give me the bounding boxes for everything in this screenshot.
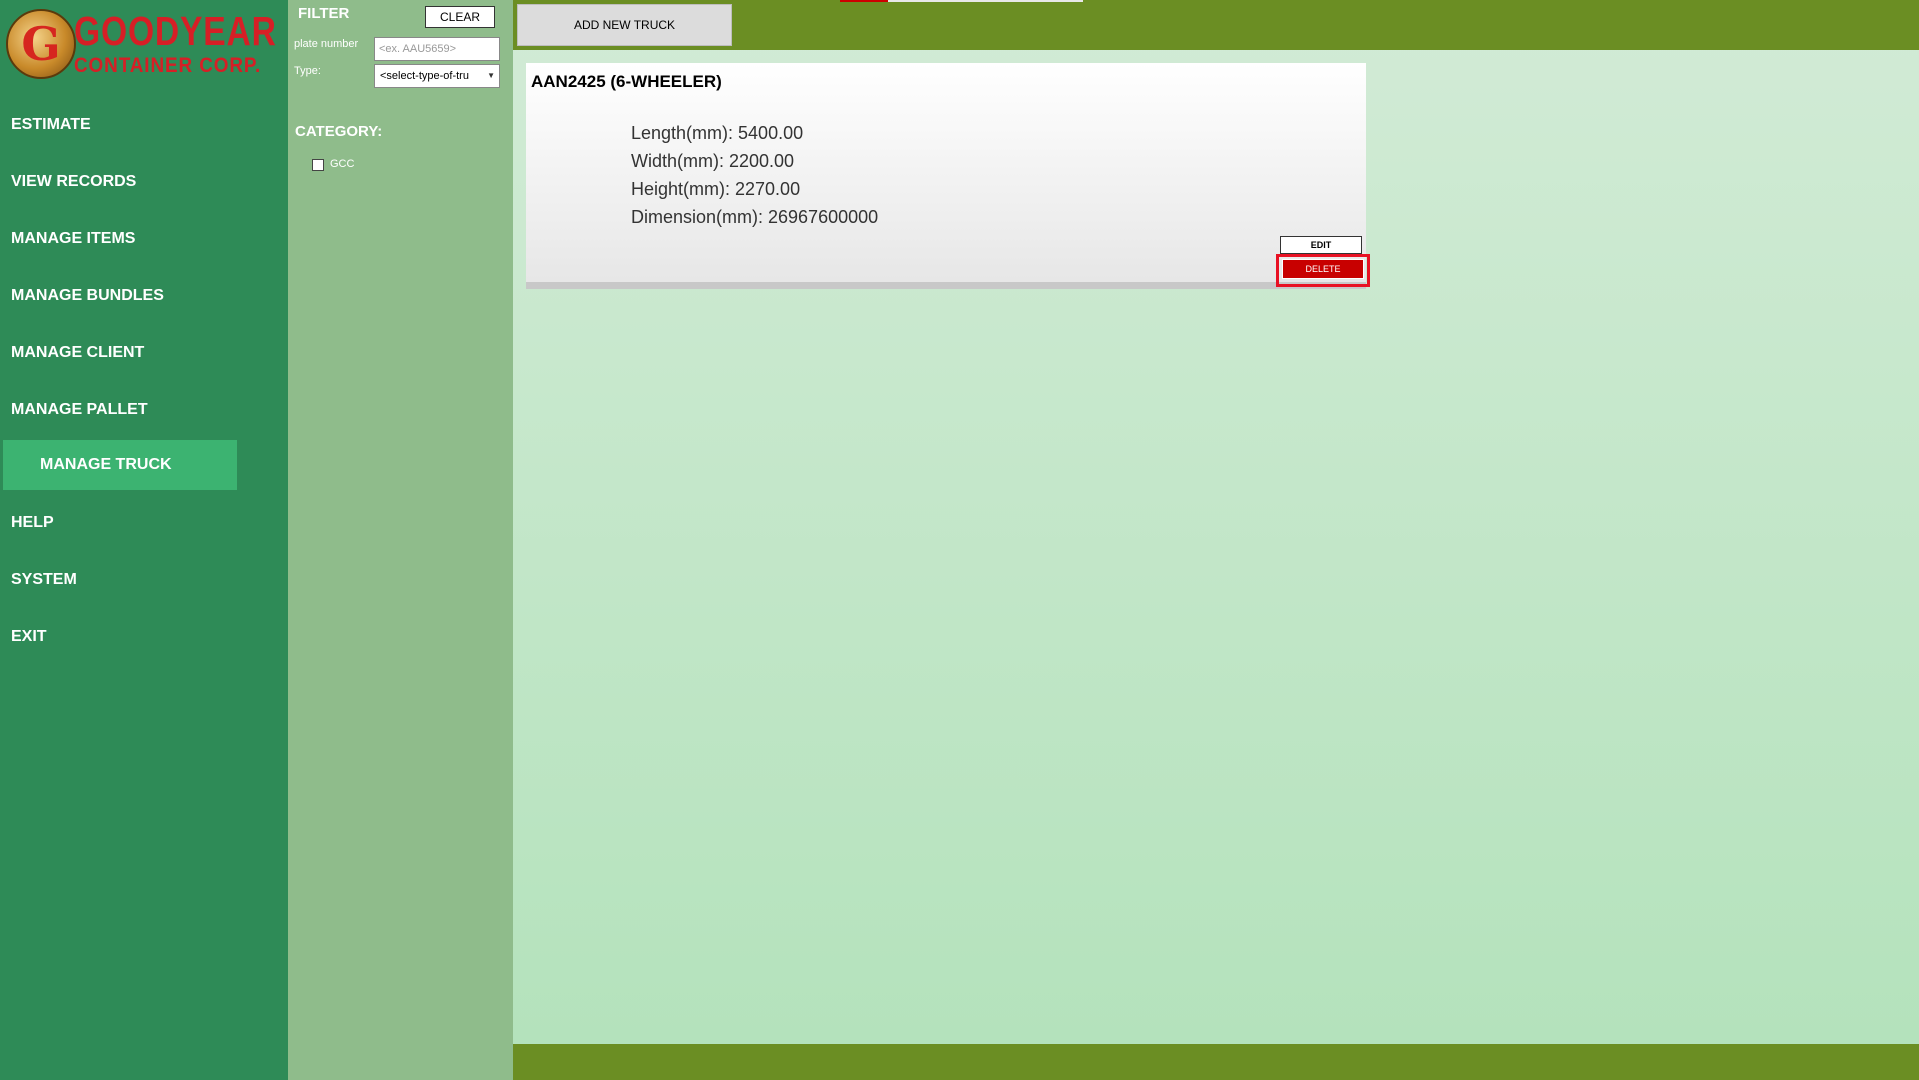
chevron-down-icon: ▼ (487, 71, 495, 80)
top-bar-marker-light (888, 0, 1083, 2)
edit-truck-button[interactable]: EDIT (1280, 236, 1362, 254)
type-label: Type: (294, 65, 321, 77)
nav-manage-client[interactable]: MANAGE CLIENT (11, 328, 144, 378)
nav-manage-pallet[interactable]: MANAGE PALLET (11, 385, 148, 435)
nav-manage-truck[interactable]: MANAGE TRUCK (3, 440, 237, 490)
truck-card: AAN2425 (6-WHEELER) Length(mm): 5400.00 … (526, 63, 1366, 289)
plate-number-label: plate number (294, 38, 359, 50)
card-bottom-strip (526, 282, 1366, 289)
truck-type-select[interactable]: <select-type-of-tru ▼ (374, 64, 500, 88)
truck-title: AAN2425 (6-WHEELER) (531, 72, 722, 91)
nav-system[interactable]: SYSTEM (11, 555, 77, 605)
category-title: CATEGORY: (295, 123, 383, 140)
bottom-bar (513, 1044, 1919, 1080)
nav-exit[interactable]: EXIT (11, 612, 47, 662)
logo-subtitle: CONTAINER CORP. (74, 54, 262, 77)
category-gcc-checkbox[interactable] (312, 159, 324, 171)
main-content: ADD NEW TRUCK AAN2425 (6-WHEELER) Length… (513, 0, 1919, 1080)
logo-letter: G (21, 17, 61, 71)
nav-manage-items[interactable]: MANAGE ITEMS (11, 214, 135, 264)
clear-filter-button[interactable]: CLEAR (425, 6, 495, 28)
delete-truck-button[interactable]: DELETE (1282, 259, 1364, 279)
nav-estimate[interactable]: ESTIMATE (11, 100, 91, 150)
add-new-truck-button[interactable]: ADD NEW TRUCK (517, 4, 732, 46)
filter-panel: FILTER CLEAR plate number Type: <select-… (288, 0, 513, 1080)
category-gcc-label: GCC (330, 158, 355, 170)
sidebar: G GOODYEAR CONTAINER CORP. ESTIMATE VIEW… (0, 0, 288, 1080)
plate-number-input[interactable] (374, 37, 500, 61)
truck-type-selected-value: <select-type-of-tru (380, 70, 469, 82)
truck-dimension: Dimension(mm): 26967600000 (631, 207, 879, 227)
top-bar: ADD NEW TRUCK (513, 0, 1919, 50)
truck-height: Height(mm): 2270.00 (631, 179, 801, 199)
truck-length: Length(mm): 5400.00 (631, 123, 804, 143)
logo-badge-icon: G (6, 9, 76, 79)
nav-help[interactable]: HELP (11, 498, 54, 548)
filter-title: FILTER (298, 5, 350, 22)
company-logo: G GOODYEAR CONTAINER CORP. (6, 7, 276, 83)
top-bar-marker (840, 0, 888, 2)
truck-width: Width(mm): 2200.00 (631, 151, 795, 171)
nav-view-records[interactable]: VIEW RECORDS (11, 157, 136, 207)
nav-manage-bundles[interactable]: MANAGE BUNDLES (11, 271, 164, 321)
logo-name: GOODYEAR (74, 8, 277, 54)
